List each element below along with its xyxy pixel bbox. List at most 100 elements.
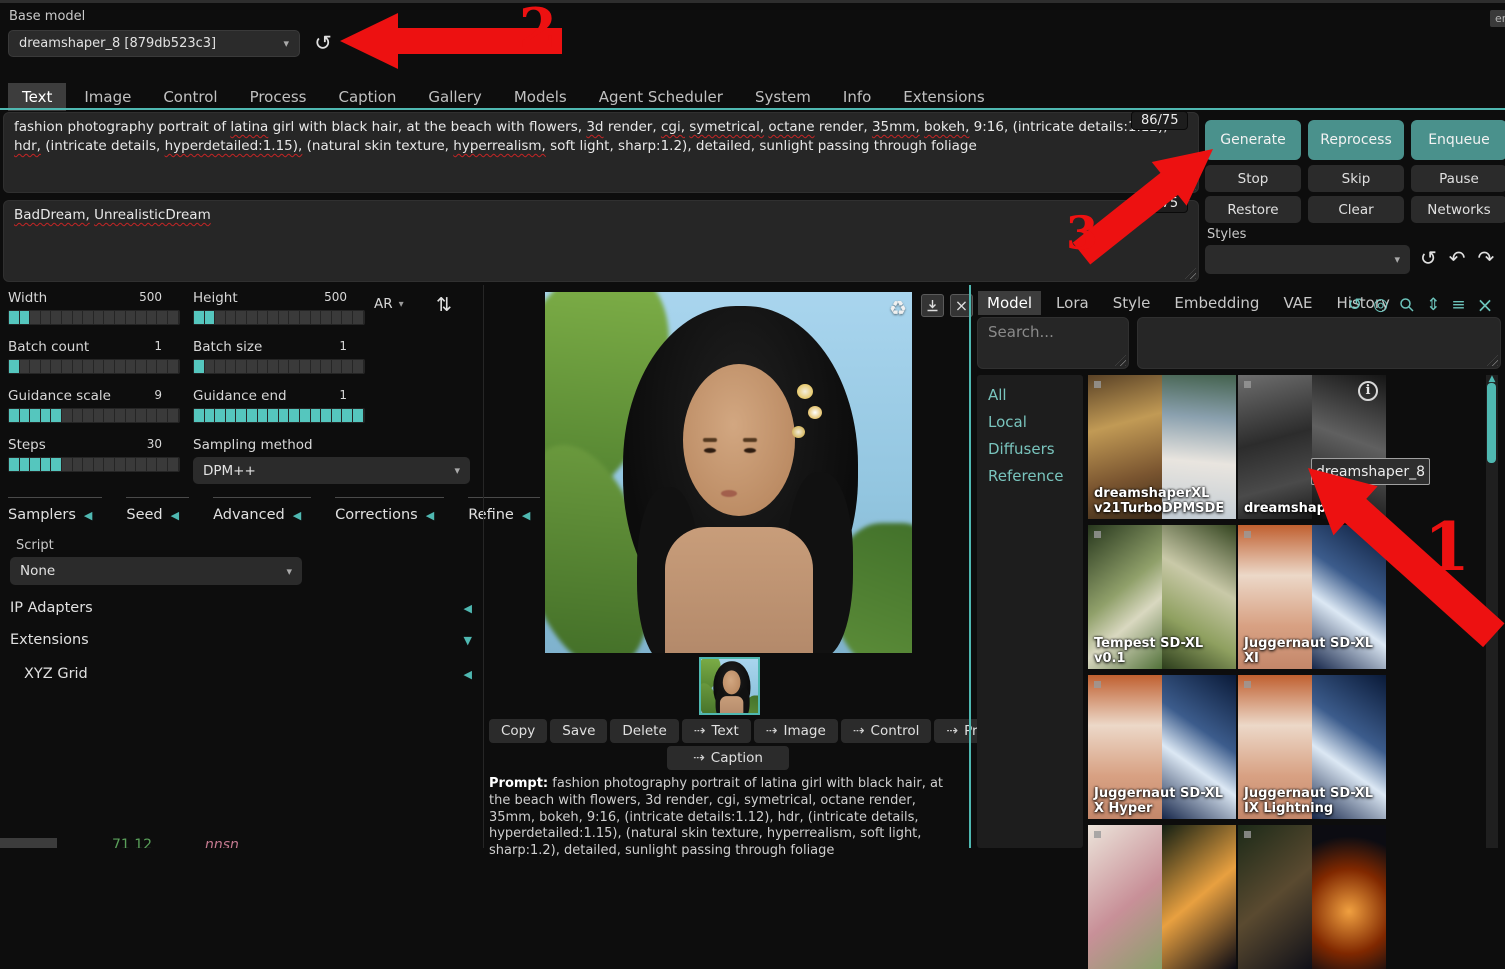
view-list-icon[interactable]: ≡ — [1451, 295, 1465, 315]
model-card-dreamshaper-8[interactable]: idreamshaper_8 — [1238, 375, 1386, 519]
model-tooltip: dreamshaper_8 — [1311, 458, 1430, 485]
param-slider-batch-count[interactable] — [8, 359, 180, 374]
collapse-arrow-icon: ◀ — [171, 509, 179, 522]
accordion-label: Corrections — [335, 507, 418, 523]
prompt-textarea[interactable]: fashion photography portrait of latina g… — [3, 112, 1199, 193]
tab-extensions[interactable]: Extensions — [889, 83, 998, 111]
save-button[interactable]: Save — [550, 719, 607, 743]
refresh-styles-icon[interactable]: ↺ — [1420, 246, 1437, 270]
networks-button[interactable]: Networks — [1411, 196, 1505, 223]
tab-agent-scheduler[interactable]: Agent Scheduler — [585, 83, 737, 111]
search-icon[interactable] — [1399, 297, 1415, 313]
section-xyz-grid[interactable]: XYZ Grid ◀ — [10, 666, 472, 682]
networks-description-input[interactable] — [1137, 317, 1501, 369]
button-label: Image — [784, 723, 826, 739]
scroll-up-icon[interactable]: ▲ — [1486, 375, 1498, 383]
tab-info[interactable]: Info — [829, 83, 885, 111]
networks-tab-model[interactable]: Model — [978, 291, 1041, 315]
send-to-image-button[interactable]: ⇢Image — [754, 719, 838, 743]
script-label: Script — [16, 538, 54, 553]
param-slider-batch-size[interactable] — [193, 359, 365, 374]
filter-all[interactable]: All — [977, 382, 1083, 409]
section-extensions[interactable]: Extensions ▼ — [10, 632, 472, 648]
tab-caption[interactable]: Caption — [324, 83, 410, 111]
stop-button[interactable]: Stop — [1205, 165, 1301, 192]
networks-tab-embedding[interactable]: Embedding — [1165, 291, 1268, 315]
main-tab-bar: TextImageControlProcessCaptionGalleryMod… — [8, 83, 999, 111]
accordion-seed[interactable]: Seed◀ — [126, 497, 189, 523]
tab-control[interactable]: Control — [149, 83, 231, 111]
accordion-advanced[interactable]: Advanced◀ — [213, 497, 311, 523]
clear-button[interactable]: Clear — [1308, 196, 1404, 223]
sort-size-icon[interactable]: ⇕ — [1426, 295, 1440, 315]
networks-search-input[interactable]: Search... — [977, 317, 1129, 369]
script-select[interactable]: None ▾ — [10, 557, 302, 585]
filter-local[interactable]: Local — [977, 409, 1083, 436]
model-card-tempest-sd-xl-v0-1[interactable]: Tempest SD-XL v0.1 — [1088, 525, 1236, 669]
sampling-method-select[interactable]: DPM++▾ — [193, 457, 470, 484]
model-card-name: Juggernaut SD-XL X Hyper — [1094, 786, 1232, 816]
accordion-corrections[interactable]: Corrections◀ — [335, 497, 444, 523]
param-label: Height — [193, 290, 238, 306]
networks-tab-vae[interactable]: VAE — [1274, 291, 1321, 315]
delete-button[interactable]: Delete — [610, 719, 678, 743]
tab-gallery[interactable]: Gallery — [414, 83, 495, 111]
base-model-select[interactable]: dreamshaper_8 [879db523c3] ▾ — [8, 30, 300, 57]
networks-tab-style[interactable]: Style — [1104, 291, 1160, 315]
tab-image[interactable]: Image — [70, 83, 145, 111]
generate-button[interactable]: Generate — [1205, 120, 1301, 160]
model-card-juggernaut-sd-xl-ix-lightning[interactable]: Juggernaut SD-XL IX Lightning — [1238, 675, 1386, 819]
model-card-partial[interactable] — [1238, 825, 1386, 969]
close-networks-icon[interactable]: × — [1477, 293, 1494, 317]
send-to-text-button[interactable]: ⇢Text — [682, 719, 751, 743]
send-to-control-button[interactable]: ⇢Control — [841, 719, 932, 743]
negative-prompt-textarea[interactable]: BadDream, UnrealisticDream — [3, 200, 1199, 282]
tab-process[interactable]: Process — [236, 83, 321, 111]
section-ip-adapters[interactable]: IP Adapters ◀ — [10, 600, 472, 616]
reprocess-button[interactable]: Reprocess — [1308, 120, 1404, 160]
model-card-partial[interactable] — [1088, 825, 1236, 969]
styles-select[interactable]: ▾ — [1205, 245, 1410, 274]
model-card-name: Juggernaut SD-XL IX Lightning — [1244, 786, 1382, 816]
accordion-refine[interactable]: Refine◀ — [468, 497, 540, 523]
generated-image[interactable] — [545, 292, 912, 653]
redo-icon[interactable]: ↷ — [1478, 246, 1495, 270]
info-icon[interactable]: i — [1358, 381, 1378, 401]
accordion-samplers[interactable]: Samplers◀ — [8, 497, 102, 523]
networks-scrollbar[interactable]: ▲ — [1486, 375, 1498, 848]
scan-icon[interactable]: ◎ — [1373, 295, 1388, 315]
download-image-button[interactable] — [921, 294, 944, 317]
filter-diffusers[interactable]: Diffusers — [977, 436, 1083, 463]
undo-icon[interactable]: ↶ — [1449, 246, 1466, 270]
model-card-juggernaut-sd-xl-xi[interactable]: Juggernaut SD-XL XI — [1238, 525, 1386, 669]
refresh-model-icon[interactable]: ↺ — [310, 31, 336, 57]
model-card-dreamshaperxl-v21turbodpmsde[interactable]: dreamshaperXL v21TurboDPMSDE — [1088, 375, 1236, 519]
tab-text[interactable]: Text — [8, 83, 66, 111]
param-slider-width[interactable] — [8, 310, 180, 325]
copy-button[interactable]: Copy — [489, 719, 547, 743]
image-prompt-text: Prompt: fashion photography portrait of … — [489, 776, 947, 860]
caption-button-row: ⇢Caption — [489, 746, 967, 770]
send-to-caption-button[interactable]: ⇢Caption — [667, 746, 789, 770]
restore-button[interactable]: Restore — [1205, 196, 1301, 223]
tab-models[interactable]: Models — [500, 83, 581, 111]
model-card-name: Tempest SD-XL v0.1 — [1094, 636, 1232, 666]
tab-system[interactable]: System — [741, 83, 825, 111]
param-slider-steps[interactable] — [8, 457, 180, 472]
param-slider-height[interactable] — [193, 310, 365, 325]
aspect-ratio-select[interactable]: AR ▾ — [374, 296, 404, 312]
param-slider-guidance-end[interactable] — [193, 408, 365, 423]
reuse-image-icon[interactable]: ♻ — [889, 296, 907, 320]
pause-button[interactable]: Pause — [1411, 165, 1505, 192]
collapse-arrow-icon: ◀ — [293, 509, 301, 522]
skip-button[interactable]: Skip — [1308, 165, 1404, 192]
gallery-thumbnail[interactable] — [699, 657, 760, 715]
model-card-juggernaut-sd-xl-x-hyper[interactable]: Juggernaut SD-XL X Hyper — [1088, 675, 1236, 819]
filter-reference[interactable]: Reference — [977, 463, 1083, 490]
scrollbar-thumb[interactable] — [1487, 383, 1496, 463]
param-slider-guidance-scale[interactable] — [8, 408, 180, 423]
enqueue-button[interactable]: Enqueue — [1411, 120, 1505, 160]
refresh-networks-icon[interactable]: ↺ — [1348, 295, 1362, 315]
swap-dimensions-icon[interactable]: ⇅ — [436, 294, 452, 316]
networks-tab-lora[interactable]: Lora — [1047, 291, 1098, 315]
